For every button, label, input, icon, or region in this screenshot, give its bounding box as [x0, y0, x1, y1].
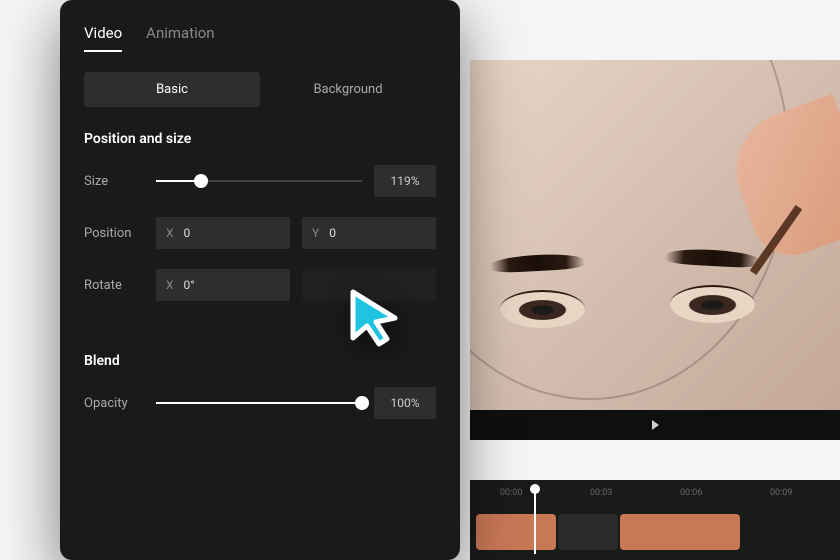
opacity-label: Opacity [84, 396, 144, 411]
clip[interactable] [558, 514, 618, 550]
section-title-position: Position and size [84, 131, 436, 147]
playhead-line[interactable] [534, 494, 536, 554]
position-y-value: 0 [329, 226, 336, 240]
size-slider[interactable] [156, 171, 362, 191]
section-title-blend: Blend [84, 353, 436, 369]
timeline-ruler[interactable]: 00:00 00:03 00:06 00:09 [470, 480, 840, 508]
timeline-clips [470, 508, 840, 556]
rotate-y-input[interactable] [302, 269, 436, 301]
tab-animation[interactable]: Animation [146, 24, 214, 52]
ruler-mark: 00:00 [500, 488, 522, 498]
main-tabs: Video Animation [84, 24, 436, 52]
sub-tabs: Basic Background [84, 72, 436, 107]
rotate-x-value: 0° [184, 278, 195, 292]
position-x-input[interactable]: X 0 [156, 217, 290, 249]
position-label: Position [84, 226, 144, 241]
preview-canvas[interactable] [470, 60, 840, 410]
preview-controls [470, 410, 840, 440]
clip[interactable] [620, 514, 740, 550]
rotate-x-prefix: X [166, 278, 174, 292]
size-value[interactable]: 119% [374, 165, 436, 197]
rotate-row: Rotate X 0° [84, 269, 436, 301]
ruler-mark: 00:03 [590, 488, 612, 498]
opacity-slider[interactable] [156, 393, 362, 413]
position-x-value: 0 [184, 226, 191, 240]
position-row: Position X 0 Y 0 [84, 217, 436, 249]
tab-video[interactable]: Video [84, 24, 122, 52]
position-y-prefix: Y [312, 226, 319, 240]
playhead-icon[interactable] [530, 484, 540, 494]
preview-area [470, 60, 840, 440]
size-label: Size [84, 174, 144, 189]
rotate-label: Rotate [84, 278, 144, 293]
properties-panel: Video Animation Basic Background Positio… [60, 0, 460, 560]
timeline: 00:00 00:03 00:06 00:09 [470, 480, 840, 560]
opacity-row: Opacity 100% [84, 387, 436, 419]
position-y-input[interactable]: Y 0 [302, 217, 436, 249]
subtab-background[interactable]: Background [260, 72, 436, 107]
clip[interactable] [476, 514, 556, 550]
subtab-basic[interactable]: Basic [84, 72, 260, 107]
position-x-prefix: X [166, 226, 174, 240]
video-content [470, 60, 840, 410]
opacity-value[interactable]: 100% [374, 387, 436, 419]
ruler-mark: 00:06 [680, 488, 702, 498]
size-row: Size 119% [84, 165, 436, 197]
rotate-x-input[interactable]: X 0° [156, 269, 290, 301]
play-icon[interactable] [652, 420, 659, 430]
ruler-mark: 00:09 [770, 488, 792, 498]
